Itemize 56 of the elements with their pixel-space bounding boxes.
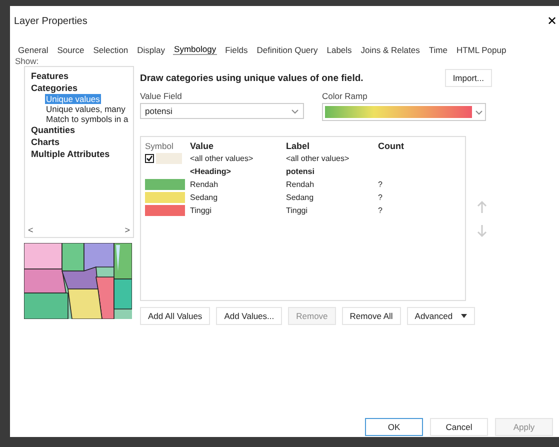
tree-item[interactable]: Match to symbols in a [45, 114, 130, 124]
field-label: Value Field [140, 91, 183, 101]
show-label: Show: [14, 55, 40, 66]
tree-item[interactable]: Features [31, 70, 133, 82]
caret-icon [475, 110, 483, 114]
tree-item[interactable]: Charts [31, 136, 133, 148]
tab[interactable]: Definition Query [256, 44, 319, 55]
table-cell-text: ? [378, 180, 384, 189]
action-button[interactable]: Advanced [406, 307, 475, 325]
tab[interactable]: Labels [326, 44, 353, 55]
close-button[interactable]: ✕ [545, 14, 559, 28]
tab[interactable]: Fields [224, 44, 249, 55]
table-cell-text: <all other values> [286, 154, 350, 163]
table-cell-text: ? [378, 206, 384, 215]
tab[interactable]: Display [136, 44, 166, 55]
table-cell-text: Sedang [286, 193, 315, 202]
tab[interactable]: Time [428, 44, 448, 55]
column-header: Symbol [145, 141, 174, 151]
column-header: Count [378, 141, 405, 151]
table-cell-text: Tinggi [286, 206, 308, 215]
window-title: Layer Properties [14, 16, 88, 26]
table-cell-text: Sedang [190, 193, 219, 202]
table-cell-text: Tinggi [190, 206, 212, 215]
color-ramp-dropdown[interactable] [322, 103, 486, 121]
checkbox[interactable] [145, 154, 154, 163]
table-cell-text: <all other values> [190, 154, 254, 163]
tab[interactable]: General [17, 44, 50, 55]
dialog-button[interactable]: Cancel [430, 418, 488, 436]
tree-item[interactable]: Multiple Attributes [31, 148, 133, 160]
instruction-text: Draw categories using unique values of one field. [140, 72, 364, 84]
scroll-left-arrow[interactable]: < [28, 225, 34, 235]
tab[interactable]: HTML Popup [455, 44, 508, 55]
tree-item[interactable]: Categories [31, 82, 133, 94]
tab[interactable]: Source [56, 44, 86, 55]
table-cell-text: Rendah [190, 180, 220, 189]
dropdown-value: potensi [145, 106, 172, 116]
action-button[interactable]: Add Values... [216, 307, 282, 325]
caret-icon [291, 108, 299, 114]
table-cell-text: Rendah [286, 180, 316, 189]
tree-item[interactable]: Quantities [31, 124, 133, 136]
table-cell-text: <Heading> [190, 167, 232, 176]
column-header: Value [190, 141, 215, 151]
tab[interactable]: Joins & Relates [360, 44, 421, 55]
action-button[interactable]: Add All Values [140, 307, 210, 325]
table-cell-text: ? [378, 193, 384, 202]
dialog-button[interactable]: OK [365, 418, 423, 436]
tab[interactable]: Symbology [173, 44, 218, 55]
import-button[interactable]: Import... [444, 69, 492, 87]
tree-item[interactable]: Unique values, many [45, 104, 126, 114]
tab[interactable]: Selection [92, 44, 130, 55]
table-cell-text: potensi [286, 167, 316, 176]
scroll-right-arrow[interactable]: > [124, 225, 130, 235]
action-button[interactable]: Remove All [342, 307, 401, 325]
value-field-dropdown[interactable]: potensi [140, 103, 304, 119]
column-header: Label [286, 141, 311, 151]
field-label: Color Ramp [322, 91, 368, 101]
